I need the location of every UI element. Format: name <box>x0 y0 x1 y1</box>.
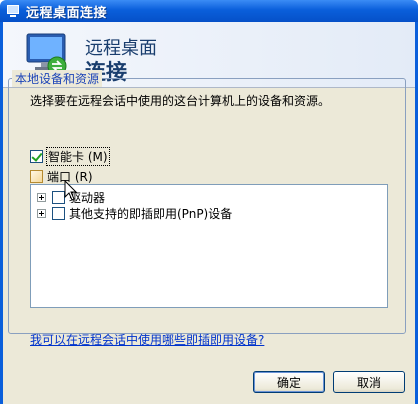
expand-icon[interactable] <box>37 193 46 202</box>
window-title: 远程桌面连接 <box>26 5 108 21</box>
tree-item-pnp-devices[interactable]: 其他支持的即插即用(PnP)设备 <box>37 205 232 222</box>
device-tree[interactable]: 驱动器 其他支持的即插即用(PnP)设备 <box>30 184 388 308</box>
expand-icon[interactable] <box>37 209 46 218</box>
ok-button[interactable]: 确定 <box>253 371 325 393</box>
tree-item-label: 其他支持的即插即用(PnP)设备 <box>69 207 233 221</box>
pnp-devices-checkbox[interactable] <box>52 207 65 220</box>
smart-card-label: 智能卡 (M) <box>46 147 110 166</box>
ports-option[interactable]: 端口 (R) <box>30 168 93 185</box>
remote-desktop-icon <box>6 4 20 18</box>
smart-card-checkbox[interactable] <box>30 150 43 163</box>
pnp-help-link[interactable]: 我可以在远程会话中使用哪些即插即用设备? <box>30 331 264 348</box>
group-description: 选择要在远程会话中使用的这台计算机上的设备和资源。 <box>30 94 331 108</box>
mouse-cursor-icon <box>64 180 78 201</box>
cancel-button[interactable]: 取消 <box>333 371 405 393</box>
ports-checkbox[interactable] <box>30 170 43 183</box>
title-bar[interactable]: 远程桌面连接 <box>0 0 418 22</box>
group-label: 本地设备和资源 <box>12 70 103 87</box>
smart-card-option[interactable]: 智能卡 (M) <box>30 147 110 166</box>
